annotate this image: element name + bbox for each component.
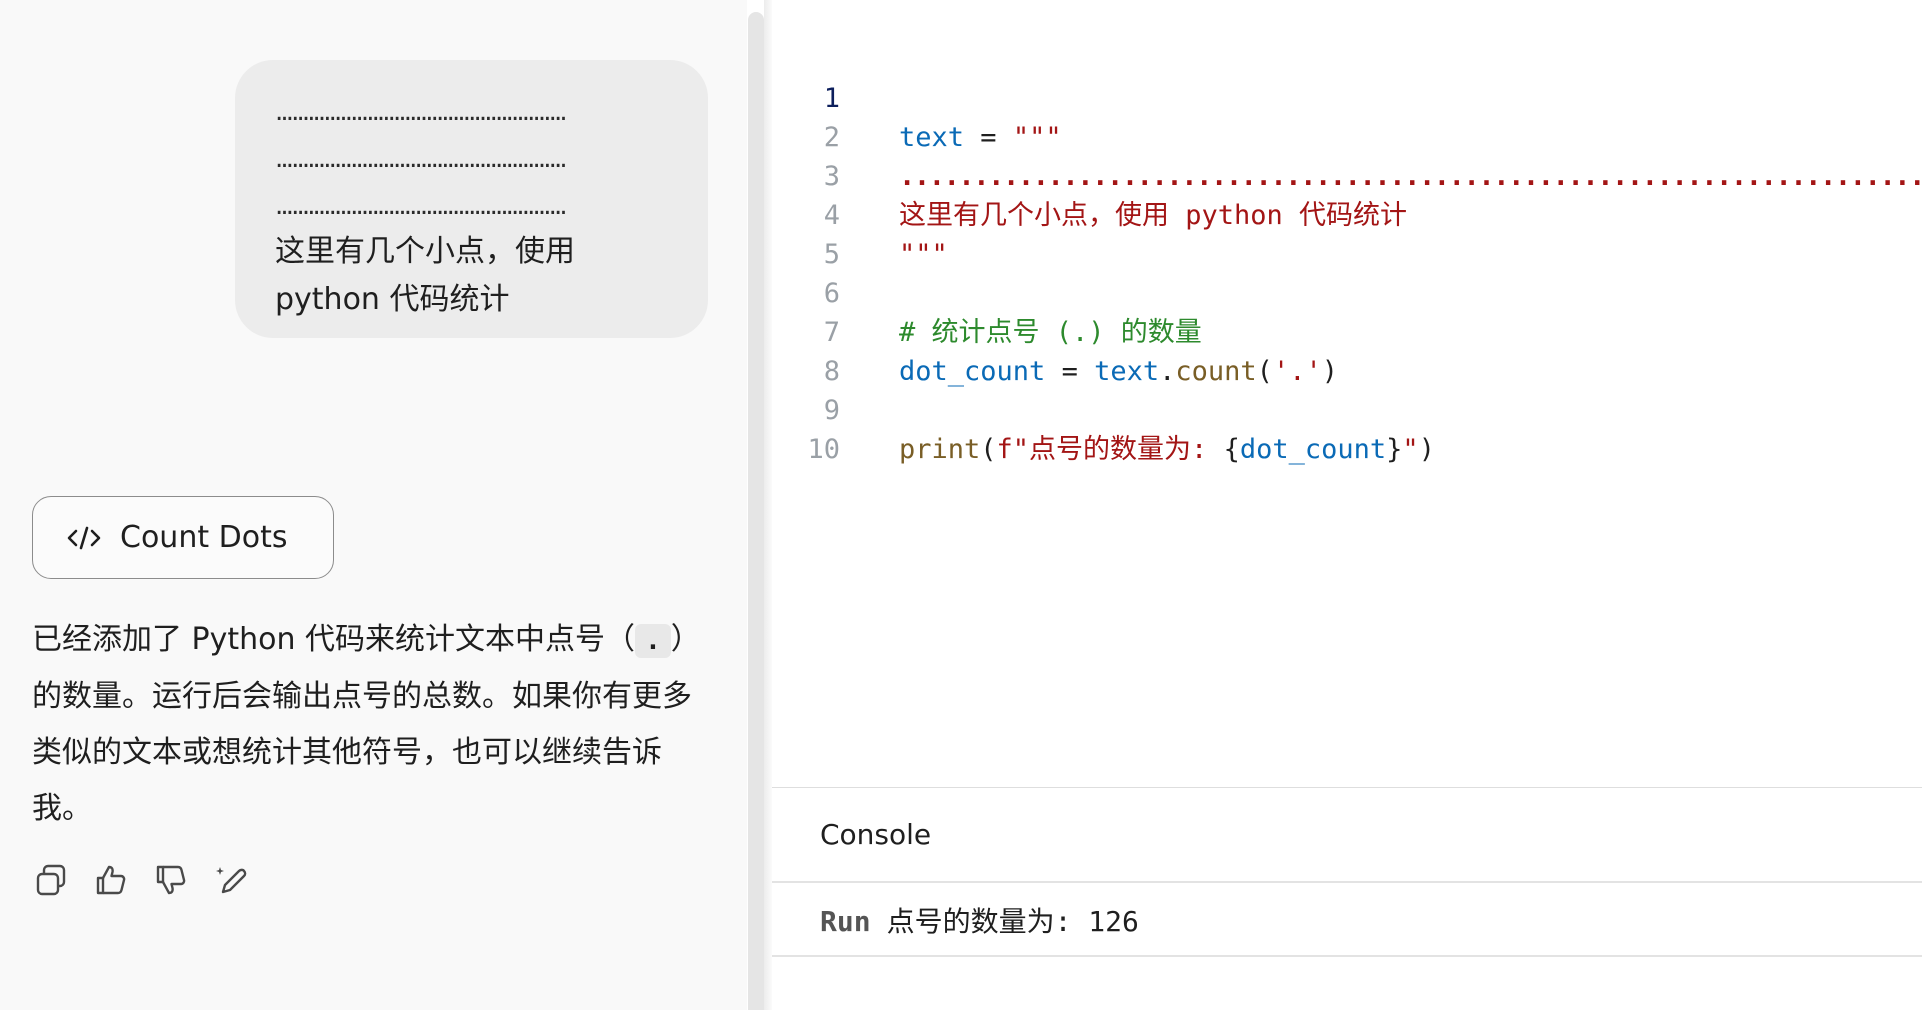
code-line: 5: [772, 196, 1922, 270]
code-token: f"点号的数量为:: [996, 434, 1224, 465]
code-line: 7 dot_count = text.count('.'): [772, 274, 1922, 387]
code-token: print: [899, 434, 981, 465]
code-token: ": [1402, 434, 1419, 465]
user-message-dots-line: ........................................…: [275, 97, 568, 127]
chat-scrollbar[interactable]: [748, 12, 764, 1010]
code-token: dot_count: [1239, 434, 1387, 465]
user-message-dots-line: ........................................…: [275, 191, 568, 221]
inline-code: .: [635, 624, 671, 658]
console-panel: Console Run 点号的数量为: 126: [772, 787, 1922, 1011]
assistant-reply-text: 已经添加了 Python 代码来统计文本中点号（: [32, 622, 636, 657]
code-icon: [67, 526, 101, 549]
chat-pane: ........................................…: [0, 0, 747, 1010]
line-number: 10: [807, 434, 840, 465]
thumbs-down-button[interactable]: [152, 861, 190, 899]
code-line: 4 """: [772, 157, 1922, 270]
code-token: {: [1223, 434, 1240, 465]
console-output-text: 点号的数量为: 126: [886, 905, 1139, 938]
console-run-label: Run: [820, 905, 871, 938]
code-line: 6 # 统计点号 (.) 的数量: [772, 235, 1922, 348]
console-output-line: Run 点号的数量为: 126: [820, 900, 1139, 940]
thumbs-down-icon: [156, 865, 186, 895]
edit-button[interactable]: [212, 861, 250, 899]
code-token: (: [980, 434, 997, 465]
code-token: ): [1418, 434, 1435, 465]
console-title: Console: [820, 818, 932, 851]
code-editor[interactable]: 1 text = """ 2 .........................…: [772, 0, 1922, 787]
code-token: }: [1386, 434, 1403, 465]
user-message-text: 这里有几个小点，使用 python 代码统计: [275, 234, 575, 317]
pane-divider[interactable]: [764, 0, 772, 1010]
assistant-reply: 已经添加了 Python 代码来统计文本中点号（. ）的数量。运行后会输出点号的总…: [32, 612, 712, 837]
reply-actions: [32, 861, 250, 899]
thumbs-up-icon: [96, 865, 126, 895]
code-line: 10: [772, 391, 1922, 465]
code-line: 3 这里有几个小点，使用 python 代码统计: [772, 118, 1922, 231]
code-line: 1 text = """: [772, 40, 1922, 153]
copy-button[interactable]: [32, 861, 70, 899]
artifact-card-count-dots[interactable]: Count Dots: [32, 496, 334, 579]
console-divider: [772, 881, 1922, 883]
thumbs-up-button[interactable]: [92, 861, 130, 899]
console-divider: [772, 955, 1922, 957]
code-line: 8: [772, 313, 1922, 387]
user-message-bubble: ........................................…: [235, 60, 708, 338]
code-line: 9 print(f"点号的数量为: {dot_count}"): [772, 352, 1922, 465]
artifact-card-label: Count Dots: [120, 520, 288, 555]
copy-icon: [36, 864, 66, 896]
edit-sparkle-icon: [216, 867, 247, 894]
code-line: 2 ......................................…: [772, 79, 1922, 192]
user-message-dots-line: ........................................…: [275, 144, 568, 174]
